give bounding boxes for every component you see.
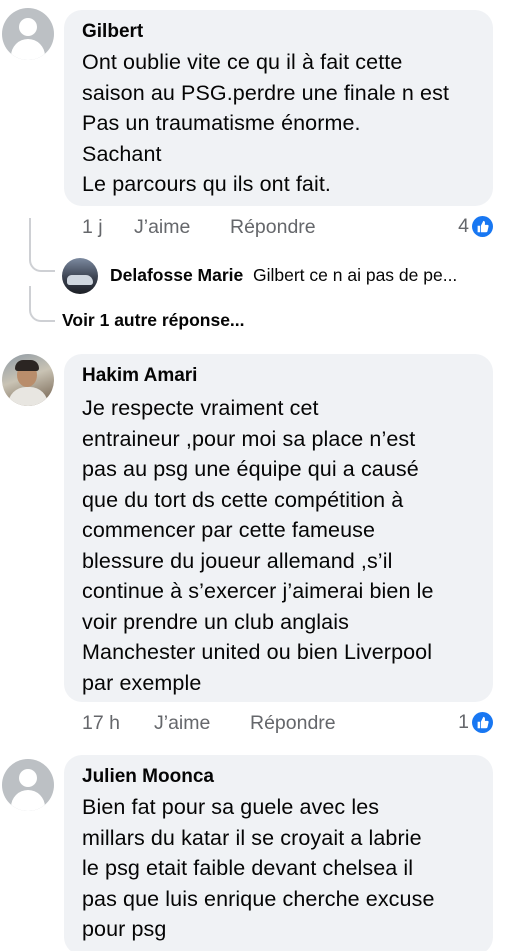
reaction-count-value: 4: [458, 215, 469, 237]
default-avatar-icon[interactable]: [2, 759, 54, 811]
reply-author[interactable]: Delafosse Marie: [110, 265, 243, 285]
comment-bubble: Hakim Amari Je respecte vraiment cet ent…: [64, 354, 493, 702]
reply-mention[interactable]: Gilbert: [253, 265, 305, 285]
comment-text: Ont oublie vite ce qu il à fait cette sa…: [82, 50, 450, 196]
like-button[interactable]: J’aime: [154, 712, 210, 735]
reply-preview-text: Delafosse Marie Gilbert ce n ai pas de p…: [110, 265, 457, 286]
comment-time[interactable]: 17 h: [82, 712, 120, 735]
comment-author[interactable]: Hakim Amari: [82, 364, 477, 388]
comment-bubble: Julien Moonca Bien fat pour sa guele ave…: [64, 755, 493, 951]
reply-avatar[interactable]: [62, 258, 98, 294]
comment-text: Je respecte vraiment cet entraineur ,pou…: [82, 396, 434, 695]
reaction-count[interactable]: 4: [458, 215, 493, 238]
thread-connector-more: [29, 286, 55, 322]
reply-preview[interactable]: Delafosse Marie Gilbert ce n ai pas de p…: [0, 218, 505, 296]
profile-photo-avatar[interactable]: [2, 354, 54, 406]
comment-text: Bien fat pour sa guele avec les millars …: [82, 795, 435, 941]
comment-time[interactable]: 1 j: [82, 216, 103, 239]
reply-snippet: ce n ai pas de pe...: [304, 265, 458, 285]
reaction-count-value: 1: [458, 711, 469, 733]
reply-button[interactable]: Répondre: [250, 712, 336, 735]
comment-author[interactable]: Julien Moonca: [82, 765, 477, 789]
reaction-count[interactable]: 1: [458, 711, 493, 734]
comment-author[interactable]: Gilbert: [82, 20, 477, 44]
reply-button[interactable]: Répondre: [230, 216, 316, 239]
like-reaction-icon: [472, 216, 493, 237]
comment-bubble: Gilbert Ont oublie vite ce qu il à fait …: [64, 10, 493, 206]
like-reaction-icon: [472, 712, 493, 733]
like-button[interactable]: J’aime: [134, 216, 190, 239]
default-avatar-icon[interactable]: [2, 8, 54, 60]
thread-connector: [29, 218, 55, 272]
more-replies-link[interactable]: Voir 1 autre réponse...: [62, 310, 245, 331]
